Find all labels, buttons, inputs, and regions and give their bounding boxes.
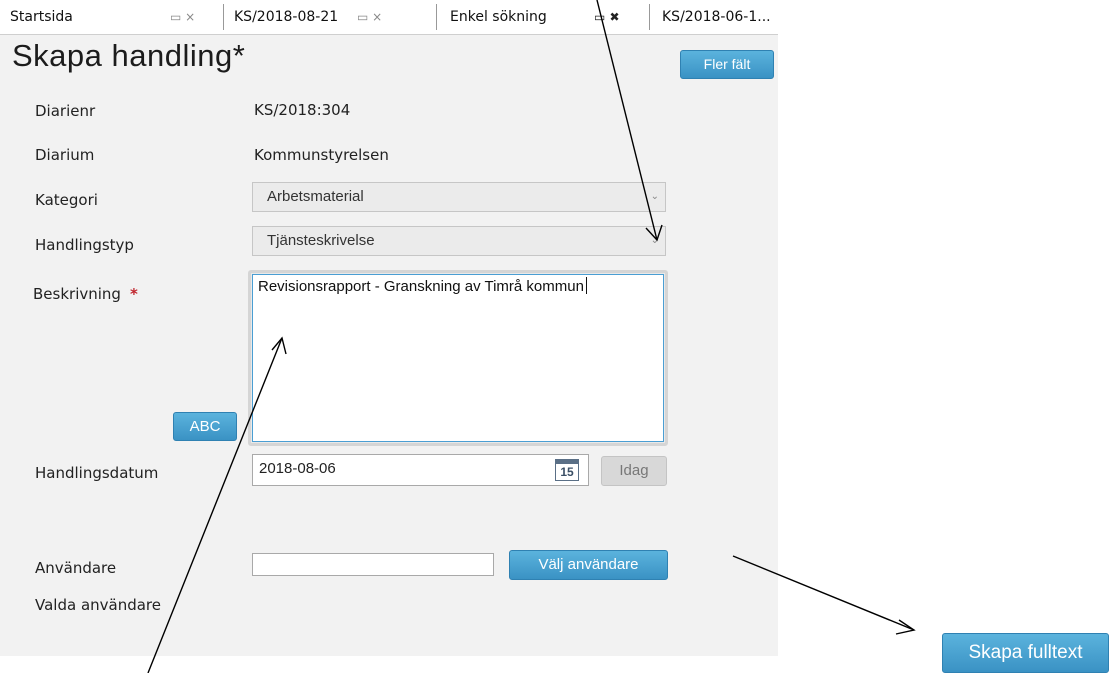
arrow-to-skapa-fulltext — [732, 555, 915, 631]
arrow-to-beskrivning — [147, 337, 283, 673]
annotation-arrows — [147, 0, 916, 673]
arrow-to-handlingstyp — [596, 0, 658, 241]
